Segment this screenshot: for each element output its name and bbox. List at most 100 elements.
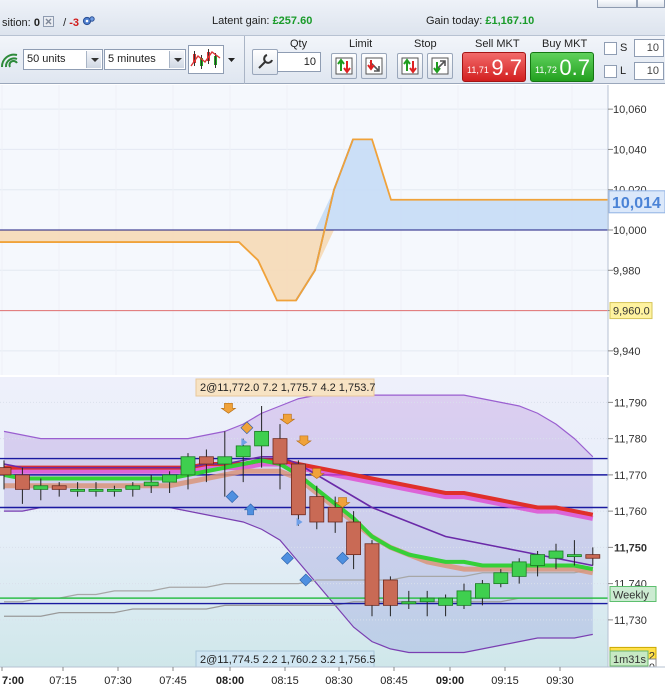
candle-body — [162, 474, 178, 483]
stop-sell-icon — [431, 57, 449, 75]
price-xtick-label: 7:00 — [2, 675, 24, 687]
s-input[interactable]: 10 — [634, 39, 664, 57]
candle-body — [235, 445, 251, 458]
price-xtick-label: 08:00 — [216, 675, 244, 687]
price-xtick-label: 07:15 — [49, 675, 77, 687]
settings-button[interactable] — [252, 49, 278, 75]
units-select[interactable]: 50 units — [23, 49, 103, 70]
price-ytick-label: 11,730 — [614, 615, 647, 627]
gain-today-value: £1,167.10 — [485, 15, 535, 27]
price-xtick-label: 09:00 — [436, 675, 464, 687]
trade-annotation-top[interactable]: 2@11,772.0 7.2 1,775.7 4.2 1,753.7 — [195, 378, 376, 397]
candle-body — [511, 561, 527, 577]
limit-buy-button[interactable] — [331, 53, 357, 79]
candle-body — [548, 550, 564, 559]
candle-body — [309, 496, 325, 523]
limit-sell-icon — [365, 57, 383, 75]
candle-body — [198, 456, 214, 465]
candle-body — [401, 601, 417, 605]
window-close-icon[interactable] — [637, 0, 665, 8]
chevron-down-icon — [228, 58, 235, 62]
limit-sell-button[interactable] — [361, 53, 387, 79]
indicator-ytick-label: 10,000 — [613, 225, 647, 237]
stop-buy-button[interactable] — [397, 53, 423, 79]
trade-annotation-top-text: 2@11,772.0 7.2 1,775.7 4.2 1,753.7 — [200, 382, 376, 394]
l-input[interactable]: 10 — [634, 62, 664, 80]
candle-body — [456, 590, 472, 606]
close-position-icon[interactable] — [43, 16, 54, 27]
chart-style-icon — [190, 49, 221, 69]
candle-body — [33, 485, 49, 490]
buy-price-prefix: 11,72 — [535, 65, 557, 75]
candle-body — [474, 583, 490, 599]
price-xtick-label: 08:45 — [380, 675, 408, 687]
buy-price-big: 0.7 — [559, 55, 590, 80]
position-status: sition: 0 / -3 — [2, 15, 95, 29]
l-checkbox[interactable] — [604, 65, 617, 78]
window-control-icon[interactable] — [597, 0, 637, 8]
indicator-ytick-label: 10,060 — [613, 104, 647, 116]
candle-body — [254, 430, 270, 447]
gear-icon[interactable] — [82, 15, 95, 27]
candle-body — [585, 554, 601, 559]
candle-body — [493, 572, 509, 585]
price-xtick-label: 09:30 — [546, 675, 574, 687]
chevron-down-icon[interactable] — [169, 51, 184, 68]
position-delta: -3 — [69, 17, 79, 29]
price-chart[interactable]: 2@11,772.0 7.2 1,775.7 4.2 1,753.7 2@11,… — [0, 377, 665, 695]
position-label: sition: — [2, 17, 31, 29]
s-checkbox[interactable] — [604, 42, 617, 55]
candle-body — [346, 521, 362, 556]
candle-body — [419, 597, 435, 603]
indicator-ytick-label: 10,040 — [613, 144, 647, 156]
indicator-ytick-label: 9,940 — [613, 346, 641, 358]
units-select-value: 50 units — [27, 53, 66, 65]
trade-annotation-bottom[interactable]: 2@11,774.5 2.2 1,760.2 3.2 1,756.5 — [195, 650, 376, 669]
price-ytick-label: 11,790 — [614, 397, 647, 409]
candle-body — [567, 554, 582, 558]
limit-label: Limit — [349, 38, 373, 50]
candle[interactable] — [364, 540, 380, 617]
candle-body — [180, 456, 196, 476]
latent-gain-label: Latent gain: — [212, 15, 270, 27]
sell-market-button[interactable]: 11,71 9.7 — [462, 52, 526, 82]
sell-price-prefix: 11,71 — [467, 65, 489, 75]
price-xtick-label: 07:30 — [104, 675, 132, 687]
countdown-tag-text: 1m31s — [613, 654, 647, 666]
weekly-level-tag-text: Weekly — [613, 590, 649, 602]
trade-annotation-bottom-text: 2@11,774.5 2.2 1,760.2 3.2 1,756.5 — [200, 654, 376, 666]
buy-label: Buy MKT — [542, 38, 588, 50]
gain-today: Gain today: £1,167.10 — [426, 15, 534, 27]
chart-style-button[interactable] — [188, 45, 224, 74]
candle-body — [88, 488, 104, 492]
price-ytick-label: 11,780 — [614, 434, 647, 446]
candle-body — [143, 481, 159, 487]
chart-style-dropdown[interactable] — [225, 50, 238, 70]
candle-body — [217, 456, 233, 465]
latent-gain-value: £257.60 — [272, 15, 313, 27]
latent-gain: Latent gain: £257.60 — [212, 15, 312, 27]
timeframe-select[interactable]: 5 minutes — [104, 49, 186, 70]
s-label: S — [620, 42, 628, 54]
price-xtick-label: 09:15 — [491, 675, 519, 687]
buy-market-button[interactable]: 11,72 0.7 — [530, 52, 594, 82]
candle-body — [272, 438, 288, 465]
signal-icon[interactable] — [0, 50, 20, 70]
stop-buy-icon — [401, 57, 419, 75]
price-xtick-label: 07:45 — [159, 675, 187, 687]
candle-body — [125, 485, 141, 490]
chevron-down-icon[interactable] — [86, 51, 101, 68]
limit-buy-icon — [335, 57, 353, 75]
qty-label: Qty — [290, 38, 308, 50]
stop-label: Stop — [414, 38, 437, 50]
candle-body — [327, 507, 343, 523]
price-ytick-label: 11,750 — [614, 542, 647, 554]
candle-body — [0, 467, 12, 476]
candle-body — [382, 579, 398, 606]
candle-body — [107, 488, 122, 492]
qty-input[interactable]: 10 — [277, 52, 321, 72]
indicator-chart[interactable]: 10,06010,04010,02010,0009,9809,960.09,94… — [0, 85, 665, 375]
stop-sell-button[interactable] — [427, 53, 453, 79]
gain-today-label: Gain today: — [426, 15, 483, 27]
candle-body — [364, 543, 380, 606]
